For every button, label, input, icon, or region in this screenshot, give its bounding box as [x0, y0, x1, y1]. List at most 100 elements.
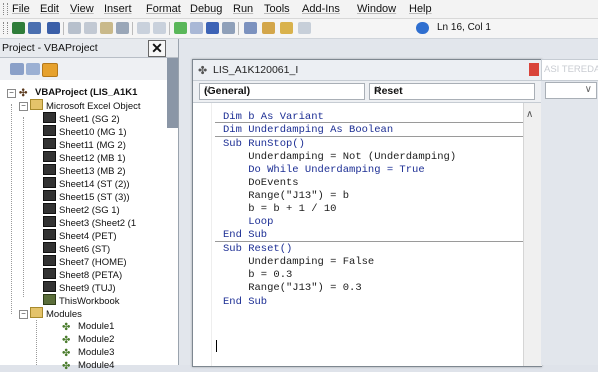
tree-sheet-item[interactable]: Sheet6 (ST) — [43, 242, 110, 255]
code-window-titlebar[interactable]: ✤ LIS_A1K120061_I — [193, 60, 541, 81]
paste-icon[interactable] — [100, 22, 113, 34]
break-icon[interactable] — [190, 22, 203, 34]
menu-edit[interactable]: Edit — [40, 3, 59, 15]
background-window-combo[interactable]: ∨ — [545, 82, 597, 99]
code-line[interactable]: Loop — [223, 216, 273, 228]
code-line[interactable]: Dim Underdamping As Boolean — [223, 124, 393, 136]
close-icon[interactable] — [529, 63, 539, 76]
tree-sheet-item[interactable]: Sheet7 (HOME) — [43, 255, 127, 268]
tree-sheet-item[interactable]: Sheet8 (PETA) — [43, 268, 122, 281]
toolbox-icon[interactable] — [298, 22, 311, 34]
menu-run[interactable]: Run — [233, 3, 253, 15]
design-mode-icon[interactable] — [222, 22, 235, 34]
standard-toolbar: Ln 16, Col 1 — [0, 19, 598, 39]
tree-excel-objects-folder[interactable]: Microsoft Excel Object — [30, 99, 141, 112]
redo-icon[interactable] — [153, 22, 166, 34]
menu-view[interactable]: View — [70, 3, 94, 15]
view-object-icon[interactable] — [26, 63, 40, 75]
tree-sheet-item[interactable]: Sheet11 (MG 2) — [43, 138, 126, 151]
code-editor[interactable]: Dim b As Variant Dim Underdamping As Boo… — [193, 103, 523, 366]
expand-objects-icon[interactable]: − — [19, 102, 28, 111]
project-explorer-icon[interactable] — [244, 22, 257, 34]
insert-icon[interactable] — [28, 22, 41, 34]
project-scrollbar[interactable] — [167, 58, 178, 128]
background-window-titlebar[interactable]: ASI TEREDA — [541, 59, 598, 81]
tree-module-item[interactable]: ✤ Module2 — [62, 333, 114, 346]
code-line[interactable]: Range("J13") = b — [223, 190, 349, 202]
tree-sheet-item[interactable]: Sheet13 (MB 2) — [43, 164, 126, 177]
tree-module-item[interactable]: ✤ Module3 — [62, 346, 114, 359]
code-line[interactable]: DoEvents — [223, 177, 298, 189]
code-line[interactable]: End Sub — [223, 296, 267, 308]
cut-icon[interactable] — [68, 22, 81, 34]
code-vertical-scrollbar[interactable]: ∧ — [523, 103, 542, 366]
copy-icon[interactable] — [84, 22, 97, 34]
menu-tools[interactable]: Tools — [264, 3, 290, 15]
menu-add-ins[interactable]: Add-Ins — [302, 3, 340, 15]
excel-icon[interactable] — [12, 22, 25, 34]
menu-bar: File Edit View Insert Format Debug Run T… — [0, 0, 598, 19]
object-browser-icon[interactable] — [280, 22, 293, 34]
reset-icon[interactable] — [206, 22, 219, 34]
worksheet-icon — [43, 281, 56, 292]
view-code-icon[interactable] — [10, 63, 24, 75]
tree-module-item[interactable]: ✤ Module4 — [62, 359, 114, 372]
worksheet-icon — [43, 177, 56, 188]
tree-sheet-item[interactable]: Sheet14 (ST (2)) — [43, 177, 130, 190]
worksheet-icon — [43, 242, 56, 253]
menu-help[interactable]: Help — [409, 3, 432, 15]
help-icon[interactable] — [416, 22, 429, 34]
code-line[interactable]: Underdamping = Not (Underdamping) — [223, 151, 456, 163]
code-line[interactable]: b = 0.3 — [223, 269, 292, 281]
text-caret — [216, 340, 217, 352]
tree-sheet-item[interactable]: Sheet3 (Sheet2 (1 — [43, 216, 136, 229]
tree-sheet-item[interactable]: Sheet10 (MG 1) — [43, 125, 127, 138]
module-icon: ✤ — [198, 65, 208, 77]
code-margin[interactable] — [193, 103, 212, 366]
tree-sheet-item[interactable]: Sheet12 (MB 1) — [43, 151, 126, 164]
toggle-folders-icon[interactable] — [42, 63, 58, 77]
code-line[interactable]: Sub RunStop() — [223, 138, 305, 150]
code-line[interactable]: Sub Reset() — [223, 243, 292, 255]
chevron-down-icon: ∨ — [204, 84, 212, 95]
tree-module-item[interactable]: ✤ Module1 — [62, 320, 114, 333]
close-icon[interactable]: ✕ — [148, 40, 166, 57]
menu-file[interactable]: File — [12, 3, 30, 15]
procedure-combo[interactable]: Reset ∨ — [369, 83, 535, 100]
code-line[interactable]: b = b + 1 / 10 — [223, 203, 336, 215]
code-line[interactable]: Range("J13") = 0.3 — [223, 282, 361, 294]
tree-sheet-item[interactable]: Sheet2 (SG 1) — [43, 203, 120, 216]
undo-icon[interactable] — [137, 22, 150, 34]
tree-sheet-item[interactable]: Sheet15 (ST (3)) — [43, 190, 130, 203]
expand-project-icon[interactable]: − — [7, 89, 16, 98]
project-explorer-titlebar: Project - VBAProject ✕ — [0, 39, 178, 58]
tree-modules-folder[interactable]: Modules — [30, 307, 82, 320]
expand-modules-icon[interactable]: − — [19, 310, 28, 319]
code-line[interactable]: End Sub — [223, 229, 267, 241]
code-line[interactable]: Do While Underdamping = True — [223, 164, 424, 176]
code-window: ✤ LIS_A1K120061_I (General) ∨ Reset ∨ Di… — [192, 59, 542, 367]
tree-sheet-item[interactable]: Sheet9 (TUJ) — [43, 281, 116, 294]
menu-format[interactable]: Format — [146, 3, 181, 15]
code-line[interactable]: Underdamping = False — [223, 256, 374, 268]
object-combo[interactable]: (General) ∨ — [199, 83, 365, 100]
worksheet-icon — [43, 112, 56, 123]
project-explorer-toolbar — [0, 58, 170, 80]
tree-project-root[interactable]: ✣ VBAProject (LIS_A1K1 — [19, 86, 137, 99]
menu-window[interactable]: Window — [357, 3, 396, 15]
tree-workbook-item[interactable]: ThisWorkbook — [43, 294, 120, 307]
chevron-down-icon: ∨ — [584, 84, 592, 95]
scroll-up-icon[interactable]: ∧ — [526, 109, 533, 120]
tree-sheet-item[interactable]: Sheet1 (SG 2) — [43, 112, 120, 125]
properties-icon[interactable] — [262, 22, 275, 34]
menu-insert[interactable]: Insert — [104, 3, 132, 15]
workbook-icon — [43, 294, 56, 305]
save-icon[interactable] — [47, 22, 60, 34]
menu-debug[interactable]: Debug — [190, 3, 222, 15]
tree-sheet-item[interactable]: Sheet4 (PET) — [43, 229, 117, 242]
module-icon: ✤ — [62, 361, 71, 372]
find-icon[interactable] — [116, 22, 129, 34]
folder-icon — [30, 307, 43, 318]
run-icon[interactable] — [174, 22, 187, 34]
module-icon: ✤ — [62, 348, 71, 359]
